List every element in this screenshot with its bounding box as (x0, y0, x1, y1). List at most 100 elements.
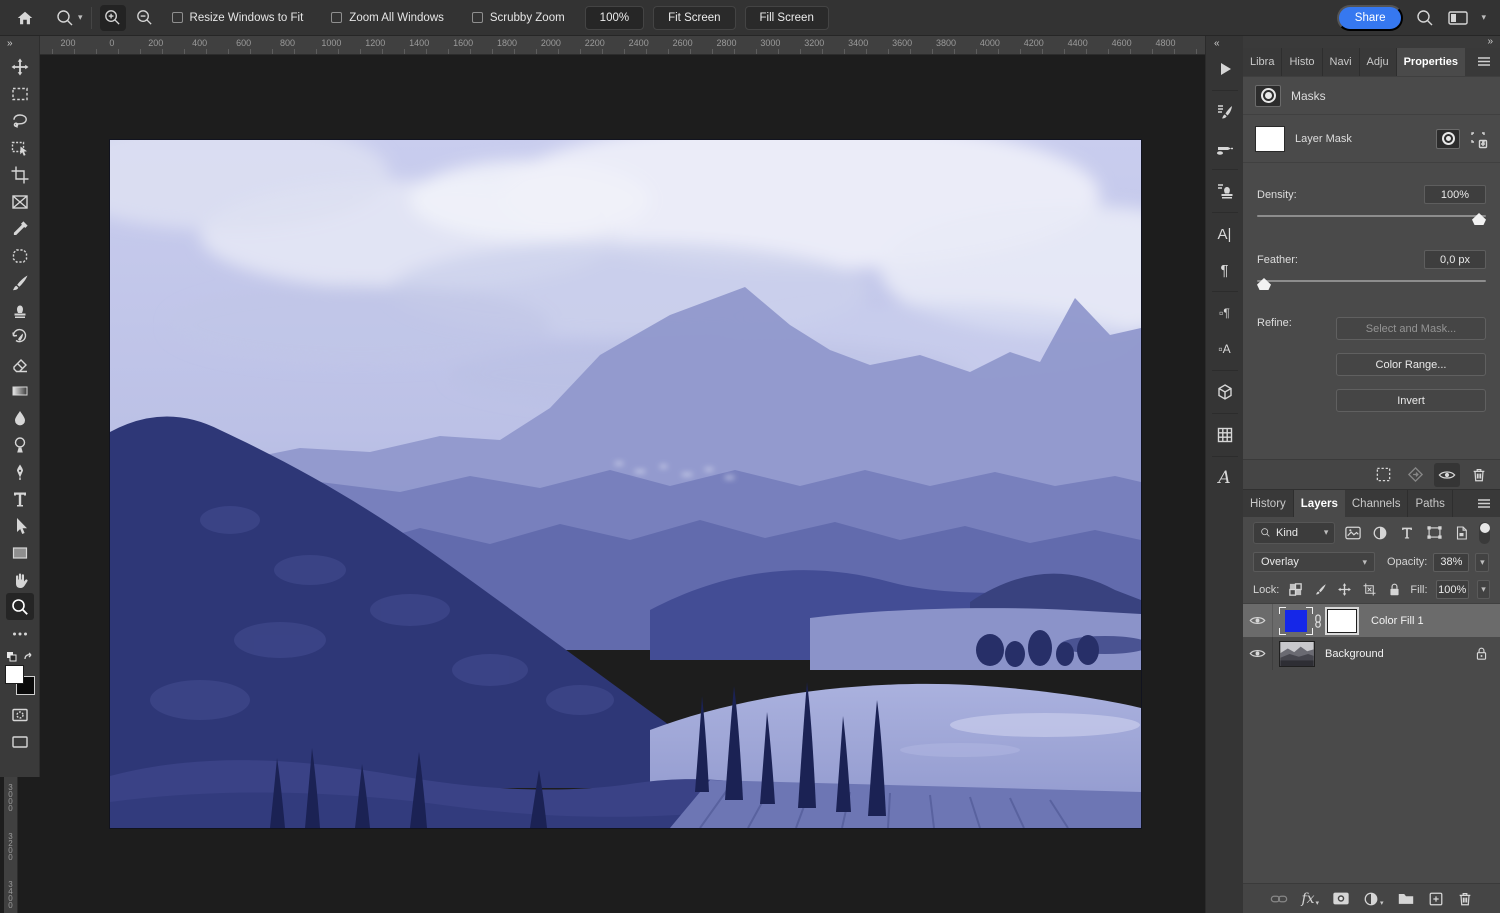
filter-smart-objects-button[interactable] (1452, 523, 1472, 543)
tab-navigator[interactable]: Navi (1323, 48, 1360, 76)
add-layer-mask-button[interactable] (1332, 891, 1350, 906)
lock-artboard-button[interactable] (1361, 581, 1378, 599)
layers-panel-menu-button[interactable] (1468, 490, 1500, 517)
resize-windows-checkbox[interactable]: Resize Windows to Fit (172, 12, 304, 24)
workspace-chevron-icon[interactable]: ▾ (1481, 12, 1486, 23)
scrubby-zoom-checkbox[interactable]: Scrubby Zoom (472, 12, 565, 24)
zoom-tool[interactable] (6, 593, 34, 620)
rectangle-shape-tool[interactable] (6, 539, 34, 566)
move-tool[interactable] (6, 53, 34, 80)
layer-row-color-fill[interactable]: Color Fill 1 (1243, 604, 1500, 637)
tab-history[interactable]: History (1243, 490, 1294, 517)
mask-link-icon[interactable] (1313, 613, 1323, 629)
tab-adjustments[interactable]: Adju (1360, 48, 1397, 76)
new-group-button[interactable] (1397, 891, 1415, 906)
density-slider[interactable] (1257, 212, 1486, 226)
share-button[interactable]: Share (1337, 5, 1404, 31)
zoom-in-button[interactable] (100, 5, 126, 31)
healing-brush-tool[interactable] (6, 242, 34, 269)
brushes-panel-button[interactable] (1208, 130, 1242, 166)
tab-layers[interactable]: Layers (1294, 490, 1345, 517)
layer-effects-button[interactable]: fx▾ (1301, 891, 1319, 907)
tool-preset-chevron-icon[interactable]: ▾ (78, 12, 83, 23)
character-styles-panel-button[interactable]: ▫A (1208, 331, 1242, 367)
patterns-panel-button[interactable] (1208, 417, 1242, 453)
foreground-background-swatches[interactable] (5, 665, 35, 695)
pen-tool[interactable] (6, 458, 34, 485)
new-adjustment-layer-button[interactable]: ▾ (1363, 891, 1384, 907)
tab-properties[interactable]: Properties (1397, 48, 1465, 76)
layer-row-background[interactable]: Background (1243, 637, 1500, 670)
blend-mode-select[interactable]: Overlay ▾ (1253, 552, 1375, 572)
lock-transparency-button[interactable] (1287, 581, 1304, 599)
object-selection-tool[interactable] (6, 134, 34, 161)
filter-type-layers-button[interactable] (1397, 523, 1417, 543)
character-panel-button[interactable]: A| (1208, 216, 1242, 252)
toolbar-expand-control[interactable]: » (0, 36, 30, 55)
load-selection-button[interactable] (1370, 463, 1396, 487)
lock-all-button[interactable] (1386, 581, 1403, 599)
glyphs-panel-button[interactable]: A (1208, 460, 1242, 496)
tab-libraries[interactable]: Libra (1243, 48, 1282, 76)
frame-tool[interactable] (6, 188, 34, 215)
tab-channels[interactable]: Channels (1345, 490, 1409, 517)
layer-visibility-toggle[interactable] (1243, 604, 1273, 637)
color-range-button[interactable]: Color Range... (1336, 353, 1486, 376)
opacity-chevron-button[interactable]: ▾ (1475, 553, 1489, 572)
lock-position-button[interactable] (1337, 581, 1354, 599)
workspace-icon[interactable] (1447, 9, 1469, 27)
panel-menu-button[interactable] (1468, 48, 1500, 76)
foreground-color-swatch[interactable] (5, 665, 24, 684)
new-layer-button[interactable] (1428, 891, 1444, 907)
filter-adjustment-layers-button[interactable] (1370, 523, 1390, 543)
layer-mask-thumbnail[interactable] (1255, 126, 1285, 152)
path-selection-tool[interactable] (6, 512, 34, 539)
feather-slider[interactable] (1257, 277, 1486, 291)
fill-screen-button[interactable]: Fill Screen (745, 6, 829, 30)
zoom-tool-preset[interactable] (52, 5, 78, 31)
filter-shape-layers-button[interactable] (1424, 523, 1444, 543)
link-layers-button[interactable] (1270, 892, 1288, 906)
tab-paths[interactable]: Paths (1408, 490, 1452, 517)
actions-panel-button[interactable] (1208, 51, 1242, 87)
home-button[interactable] (12, 5, 38, 31)
select-pixel-mask-button[interactable] (1436, 129, 1460, 149)
zoom-all-windows-checkbox[interactable]: Zoom All Windows (331, 12, 444, 24)
opacity-value[interactable]: 38% (1433, 553, 1469, 572)
density-value[interactable]: 100% (1424, 185, 1486, 204)
document-canvas-image[interactable] (110, 140, 1141, 828)
zoom-out-button[interactable] (132, 5, 158, 31)
layer-mask-thumbnail[interactable] (1327, 609, 1357, 633)
feather-value[interactable]: 0,0 px (1424, 250, 1486, 269)
invert-button[interactable]: Invert (1336, 389, 1486, 412)
dodge-tool[interactable] (6, 431, 34, 458)
filter-kind-select[interactable]: Kind ▾ (1253, 522, 1335, 544)
apply-mask-button[interactable] (1402, 463, 1428, 487)
fill-layer-thumbnail[interactable] (1279, 607, 1313, 635)
materials-panel-button[interactable] (1208, 374, 1242, 410)
brush-tool[interactable] (6, 269, 34, 296)
search-icon[interactable] (1415, 8, 1435, 28)
tab-histogram[interactable]: Histo (1282, 48, 1322, 76)
crop-tool[interactable] (6, 161, 34, 188)
background-layer-thumbnail[interactable] (1279, 641, 1315, 667)
rectangular-marquee-tool[interactable] (6, 80, 34, 107)
eraser-tool[interactable] (6, 350, 34, 377)
eyedropper-tool[interactable] (6, 215, 34, 242)
layer-visibility-toggle[interactable] (1243, 637, 1273, 670)
select-and-mask-button[interactable]: Select and Mask... (1336, 317, 1486, 340)
gradient-tool[interactable] (6, 377, 34, 404)
mask-visibility-button[interactable] (1434, 463, 1460, 487)
paragraph-styles-panel-button[interactable]: ▫¶ (1208, 295, 1242, 331)
hand-tool[interactable] (6, 566, 34, 593)
quick-mask-button[interactable] (6, 701, 34, 728)
fit-screen-button[interactable]: Fit Screen (653, 6, 735, 30)
blur-tool[interactable] (6, 404, 34, 431)
history-brush-tool[interactable] (6, 323, 34, 350)
clone-source-panel-button[interactable] (1208, 173, 1242, 209)
lasso-tool[interactable] (6, 107, 34, 134)
delete-layer-button[interactable] (1457, 890, 1473, 907)
dock-expand-control[interactable]: » (1243, 36, 1500, 48)
paragraph-panel-button[interactable]: ¶ (1208, 252, 1242, 288)
filter-pixel-layers-button[interactable] (1342, 523, 1362, 543)
